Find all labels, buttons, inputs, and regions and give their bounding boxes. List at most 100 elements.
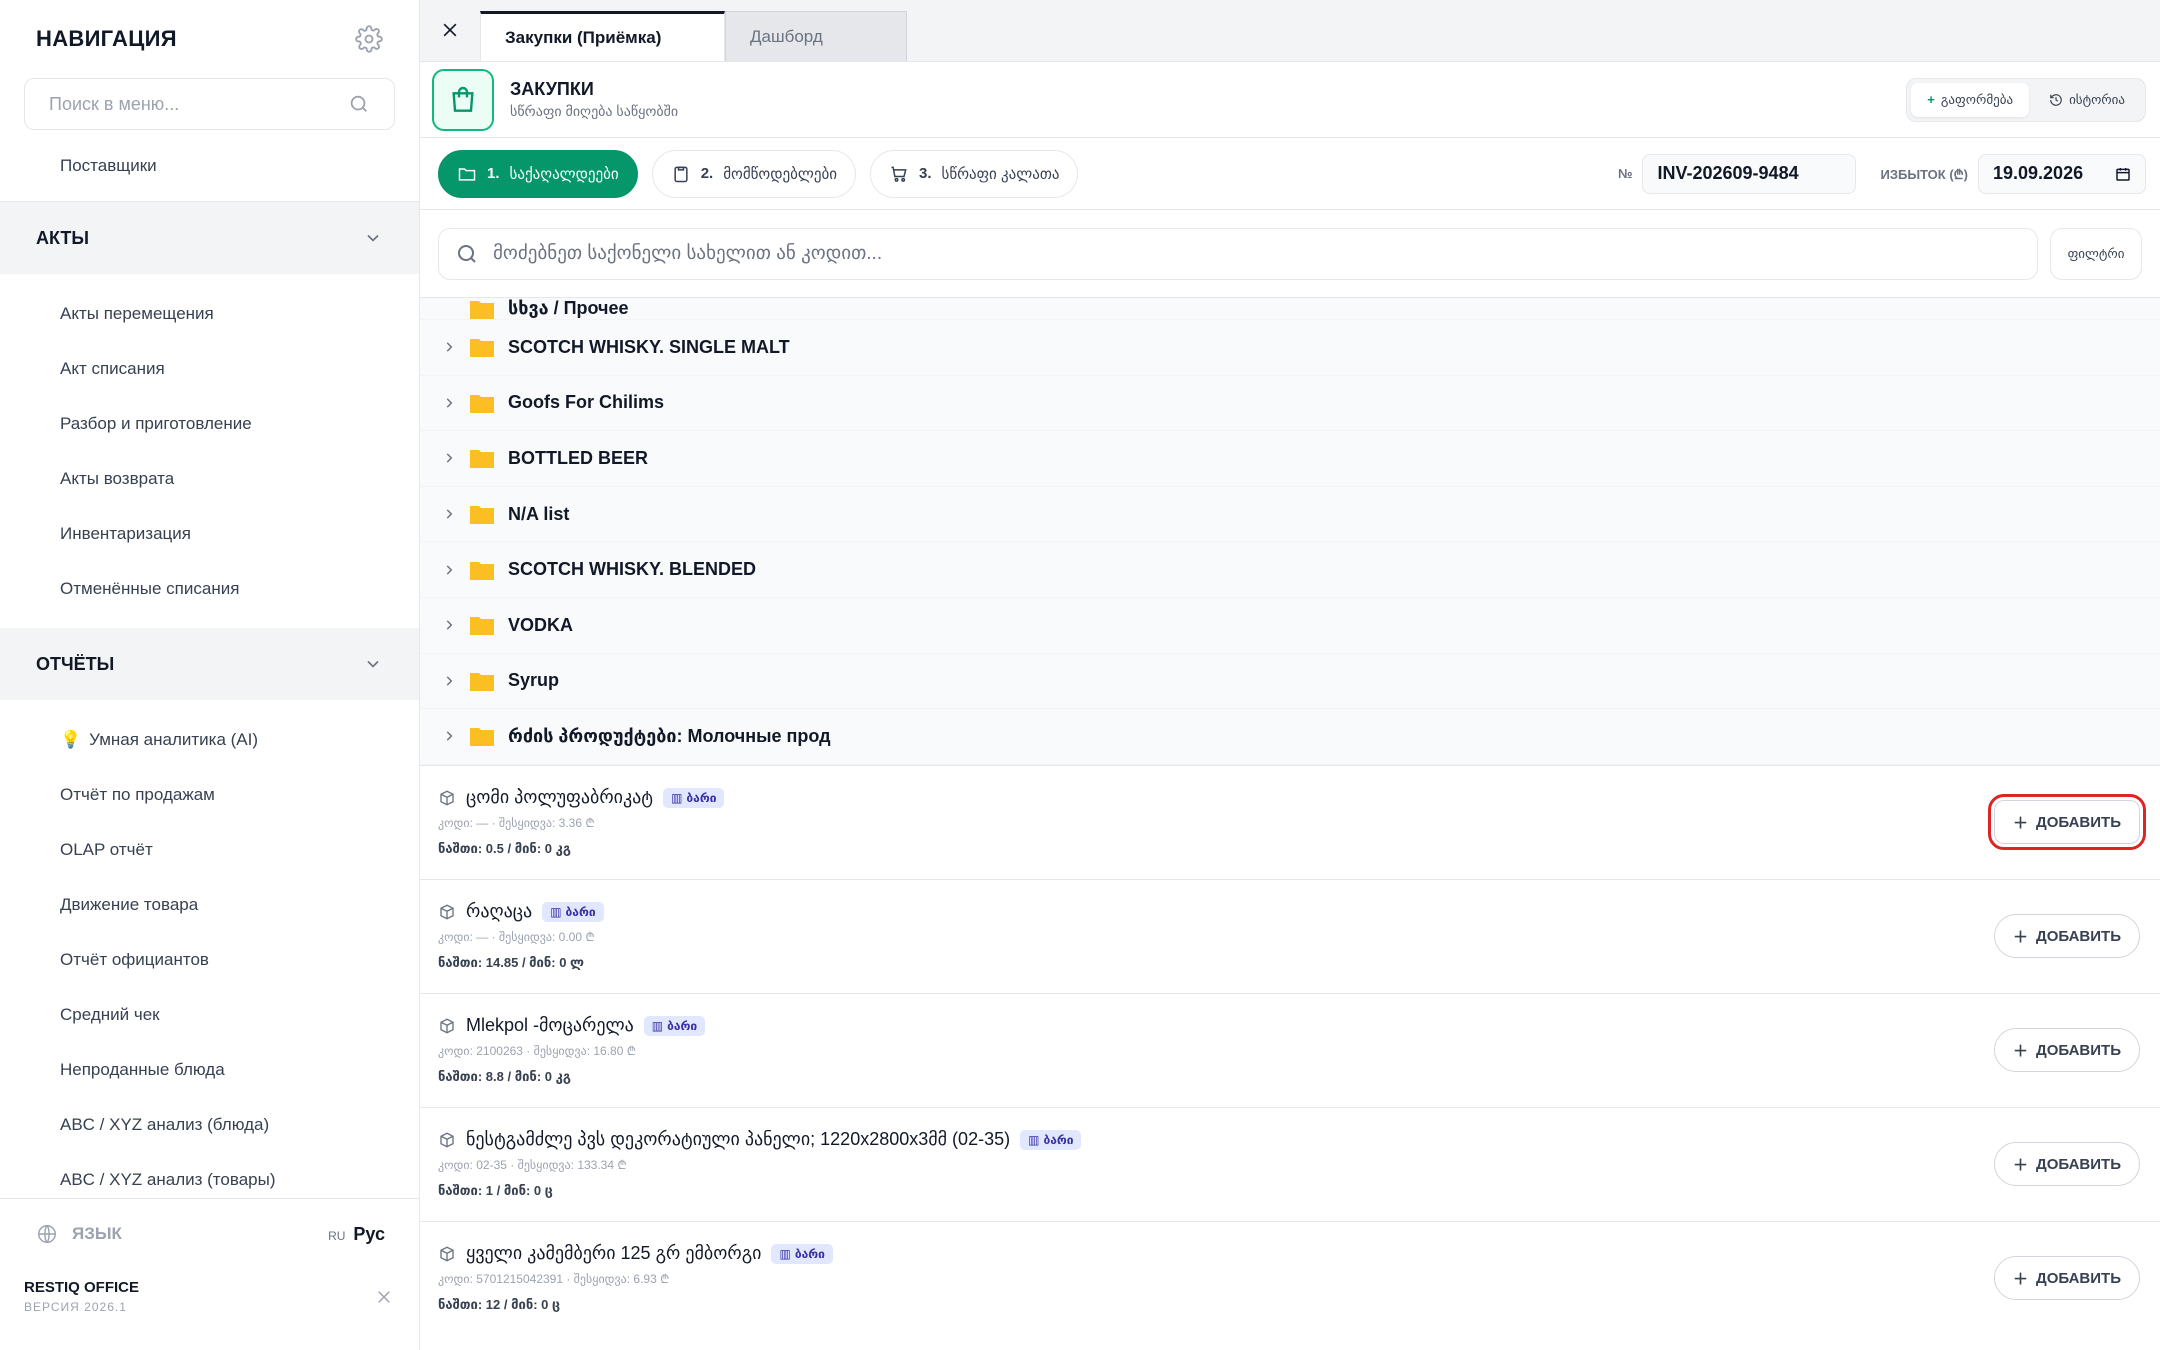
plus-icon: ＋ [2013,928,2029,946]
folder-icon [470,672,494,691]
product-name: ცომი პოლუფაბრიკატ [466,787,654,808]
product-meta: კოდი: 5701215042391 · შესყიდვა: 6.93 ₾ [438,1272,670,1287]
close-icon[interactable] [375,1288,393,1306]
location-badge: ▥ ბარი [542,901,604,922]
sidebar-item[interactable]: Движение товара [0,877,419,932]
category-row[interactable]: N/A list [420,486,2160,543]
category-row[interactable]: Syrup [420,653,2160,710]
location-badge: ▥ ბარი [1020,1129,1082,1150]
sidebar-item[interactable]: Отчёт по продажам [0,767,419,822]
product-name: ნესტგამძლე პვს დეკორატიული პანელი; 1220x… [466,1129,1011,1150]
category-row[interactable]: BOTTLED BEER [420,431,2160,487]
sidebar-item-suppliers[interactable]: Поставщики [0,138,419,193]
page-subtitle: სწრაფი მიღება საწყობში [510,103,679,119]
sidebar-header: НАВИГАЦИЯ [0,0,419,78]
sidebar-item[interactable]: Отменённые списания [0,561,419,616]
search-icon [458,244,476,263]
product-search-input[interactable] [493,242,2021,265]
sidebar-section-reports[interactable]: ОТЧЁТЫ [0,628,419,700]
chevron-right-icon [446,676,453,686]
add-button[interactable]: ＋ ДОБАВИТЬ [1994,1028,2140,1073]
box-icon [440,790,454,806]
doc-number-label: № [1617,166,1633,181]
add-button[interactable]: ＋ ДОБАВИТЬ [1994,914,2140,959]
sidebar-item[interactable]: Разбор и приготовление [0,396,419,451]
language-code: RU [328,1228,346,1243]
building-icon: ▥ [1028,1132,1040,1147]
category-name: N/A list [508,503,570,524]
sidebar-section-title: ОТЧЁТЫ [36,653,115,674]
folder-icon [470,339,494,358]
category-row[interactable]: VODKA [420,597,2160,654]
badge-label: ბარი [565,904,596,919]
sidebar-item[interactable]: Акты перемещения [0,286,419,341]
chevron-right-icon [446,342,453,352]
sidebar-item[interactable]: Акты возврата [0,451,419,506]
step-quick-cart[interactable]: 3. სწრაფი კალათა [870,149,1079,198]
new-order-button[interactable]: + გაფორმება [1911,82,2030,117]
gear-icon[interactable] [355,25,383,53]
sidebar-search[interactable] [24,78,395,130]
tab-purchases[interactable]: Закупки (Приёмка) [480,11,725,61]
sidebar: НАВИГАЦИЯ Поставщики АКТЫ Акты перемещен… [0,0,420,1350]
sidebar-item[interactable]: OLAP отчёт [0,822,419,877]
tab-dashboard[interactable]: Дашборд [725,11,907,61]
sidebar-item[interactable]: ABC / XYZ анализ (блюда) [0,1097,419,1152]
page-title: ЗАКУПКИ [510,79,594,99]
sidebar-item[interactable]: Инвентаризация [0,506,419,561]
badge-label: ბარი [667,1018,698,1033]
plus-icon: ＋ [2013,1156,2029,1174]
product-search[interactable] [438,227,2038,280]
plus-icon: ＋ [2013,1270,2029,1288]
sidebar-search-input[interactable] [49,93,349,115]
add-button[interactable]: ＋ ДОБАВИТЬ [1988,794,2146,851]
step-folders[interactable]: 1. საქაღალდეები [438,149,638,198]
step-label: მომწოდებლები [723,165,837,183]
category-row[interactable]: SCOTCH WHISKY. BLENDED [420,542,2160,598]
category-row[interactable]: რძის პროდუქტები: Молочные прод [420,709,2160,765]
catalog-list: სხვა / Прочее SCOTCH WHISKY. SINGLE MALT… [420,298,2160,1350]
steps-row: 1. საქაღალდეები 2. მომწოდებლები 3. სწრაფი კ… [420,138,2160,210]
calendar-icon[interactable] [2115,166,2131,182]
sidebar-footer: ЯЗЫК RU Рус RESTIQ OFFICE ВЕРСИЯ 2026.1 [0,1198,419,1350]
add-button[interactable]: ＋ ДОБАВИТЬ [1994,1142,2140,1187]
sidebar-item[interactable]: Средний чек [0,987,419,1042]
sidebar-section-acts[interactable]: АКТЫ [0,202,419,274]
product-name: რაღაცა [466,901,533,922]
clipboard-icon [674,166,688,182]
history-button[interactable]: ისტორია [2033,83,2141,117]
folder-icon [470,728,494,747]
sidebar-item[interactable]: Отчёт официантов [0,932,419,987]
sidebar-item-label: Умная аналитика (AI) [89,729,259,749]
doc-number-field[interactable]: INV-202609-9484 [1642,153,1857,194]
page-header: ЗАКУПКИ სწრაფი მიღება საწყობში + გაფორმე… [420,62,2160,138]
category-name: VODKA [508,614,574,635]
step-number: 2. [700,165,714,182]
folder-icon [470,561,494,580]
new-order-label: გაფორმება [1940,91,2014,107]
close-tabs-button[interactable] [420,0,480,61]
chevron-right-icon [446,565,453,575]
step-label: სწრაფი კალათა [941,165,1060,183]
header-actions: + გაფორმება ისტორია [1906,77,2146,122]
history-label: ისტორია [2069,91,2125,107]
sidebar-item[interactable]: Непроданные блюда [0,1042,419,1097]
category-row[interactable]: სხვა / Прочее [420,298,2160,320]
date-field[interactable]: 19.09.2026 [1978,153,2146,194]
folder-icon [470,617,494,636]
chevron-right-icon [446,620,453,630]
location-badge: ▥ ბარი [663,787,725,808]
language-switcher[interactable]: ЯЗЫК RU Рус [0,1199,419,1269]
sidebar-section-title: АКТЫ [36,227,90,248]
sidebar-item-ai[interactable]: 💡 Умная аналитика (AI) [0,712,419,767]
chevron-right-icon [446,398,453,408]
category-row[interactable]: SCOTCH WHISKY. SINGLE MALT [420,320,2160,376]
add-button[interactable]: ＋ ДОБАВИТЬ [1994,1256,2140,1301]
step-suppliers[interactable]: 2. მომწოდებლები [651,149,856,198]
lightbulb-icon: 💡 [60,729,82,749]
chevron-down-icon [367,234,379,242]
box-icon [440,1132,454,1148]
sidebar-item[interactable]: Акт списания [0,341,419,396]
filter-button[interactable]: ფილტრი [2050,227,2142,280]
category-row[interactable]: Goofs For Chilims [420,375,2160,432]
